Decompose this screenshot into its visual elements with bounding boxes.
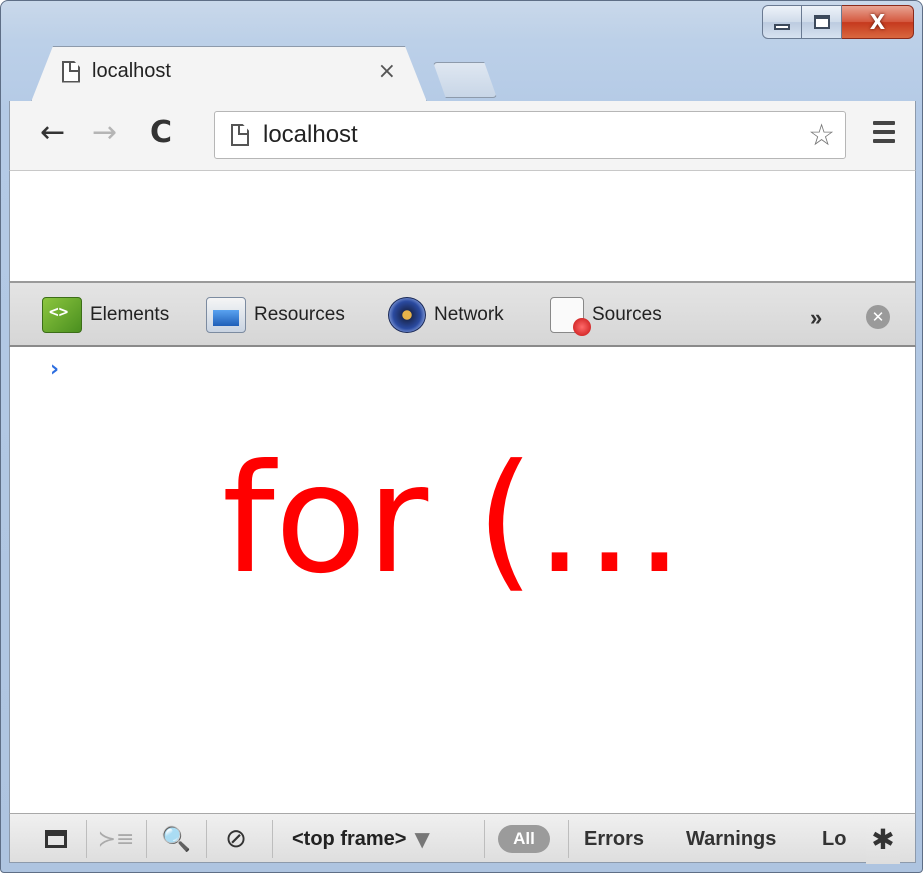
tab-close-icon[interactable]: × — [378, 59, 396, 84]
page-icon — [231, 124, 249, 146]
overlay-code-text: for (… — [222, 433, 685, 607]
frame-selector[interactable]: <top frame> ▼ — [292, 814, 430, 864]
dock-icon — [45, 830, 67, 848]
new-tab-button[interactable] — [433, 62, 497, 98]
frame-selector-label: <top frame> — [292, 827, 407, 850]
maximize-button[interactable] — [802, 5, 842, 39]
filter-all-button[interactable]: All — [498, 825, 550, 853]
bookmark-star-icon[interactable]: ☆ — [808, 118, 835, 153]
maximize-icon — [813, 15, 830, 29]
forward-arrow-icon[interactable]: → — [92, 117, 117, 149]
close-icon: X — [869, 10, 886, 34]
tab-label: Elements — [90, 304, 170, 325]
filter-warnings-button[interactable]: Warnings — [686, 814, 776, 864]
resources-icon — [206, 297, 246, 333]
divider — [568, 820, 569, 858]
chevron-down-icon: ▼ — [414, 827, 430, 851]
browser-window: X localhost × ← → C localhost ☆ Elements — [0, 0, 923, 873]
divider — [86, 820, 87, 858]
divider — [206, 820, 207, 858]
devtools-status-bar: ≻≡ 🔍 ⊘ <top frame> ▼ All Errors Warnings… — [9, 813, 916, 864]
window-close-button[interactable]: X — [842, 5, 914, 39]
address-bar[interactable]: localhost ☆ — [214, 111, 846, 159]
tab-network[interactable]: Network — [388, 295, 504, 335]
console-panel[interactable]: › for (… — [9, 347, 916, 813]
clear-console-icon[interactable]: ⊘ — [216, 814, 256, 864]
sources-icon — [550, 297, 591, 336]
elements-icon — [42, 297, 82, 333]
devtools-close-icon[interactable]: ✕ — [866, 305, 890, 329]
filter-logs-button[interactable]: Lo — [822, 814, 846, 864]
tab-label: Sources — [592, 304, 662, 325]
settings-gear-icon[interactable]: ✱ — [866, 814, 900, 864]
tab-sources[interactable]: Sources — [550, 295, 662, 336]
dock-button[interactable] — [36, 814, 76, 864]
browser-tab[interactable]: localhost × — [31, 46, 427, 102]
window-caption-buttons: X — [762, 5, 914, 39]
page-content — [9, 171, 916, 281]
tab-elements[interactable]: Elements — [42, 295, 169, 335]
minimize-button[interactable] — [762, 5, 802, 39]
search-icon[interactable]: 🔍 — [156, 814, 196, 864]
more-tabs-icon[interactable]: » — [810, 305, 822, 331]
page-icon — [62, 61, 80, 83]
browser-toolbar: ← → C localhost ☆ — [9, 101, 916, 171]
devtools-tab-bar: Elements Resources Network Sources » ✕ — [9, 281, 916, 347]
url-text[interactable]: localhost — [263, 121, 808, 149]
reload-icon[interactable]: C — [150, 117, 172, 149]
tab-resources[interactable]: Resources — [206, 295, 345, 335]
divider — [484, 820, 485, 858]
tab-title: localhost — [92, 60, 171, 82]
divider — [272, 820, 273, 858]
tab-label: Resources — [254, 304, 345, 325]
back-arrow-icon[interactable]: ← — [40, 117, 65, 149]
console-prompt-icon[interactable]: › — [50, 357, 59, 382]
network-icon — [388, 297, 426, 333]
filter-errors-button[interactable]: Errors — [584, 814, 644, 864]
minimize-icon — [774, 24, 790, 30]
menu-icon[interactable] — [873, 121, 895, 148]
divider — [146, 820, 147, 858]
tab-label: Network — [434, 304, 504, 325]
show-drawer-icon[interactable]: ≻≡ — [96, 814, 136, 864]
